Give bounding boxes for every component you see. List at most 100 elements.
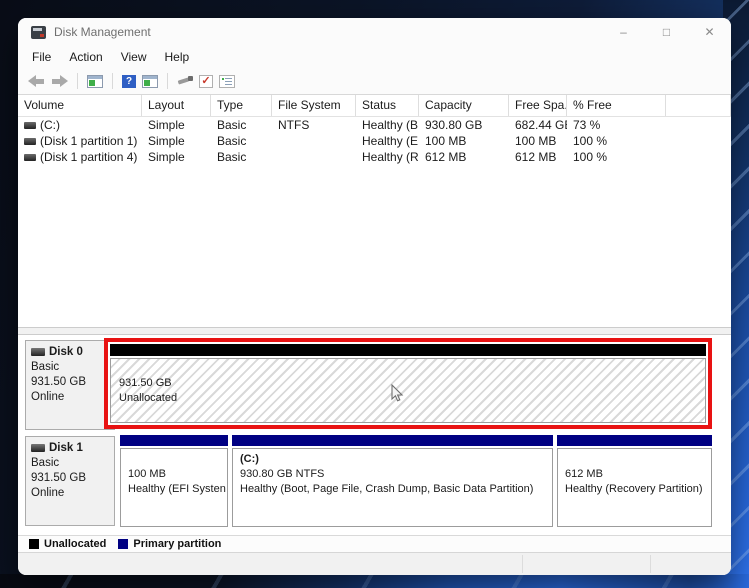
status-bar-divider (522, 555, 523, 573)
partition-title: (C:) (240, 452, 552, 467)
toolbar: ? ✓ (18, 68, 731, 95)
partition-size: 100 MB (128, 467, 227, 482)
window-title: Disk Management (54, 25, 151, 39)
table-row[interactable]: (C:) Simple Basic NTFS Healthy (B... 930… (18, 117, 731, 133)
column-header-volume[interactable]: Volume (18, 95, 142, 116)
volume-cell: (Disk 1 partition 1) (18, 134, 142, 148)
volume-icon (24, 154, 36, 161)
unallocated-band (110, 344, 706, 356)
column-header-capacity[interactable]: Capacity (419, 95, 509, 116)
partition-efi[interactable]: 100 MB Healthy (EFI Systen (120, 435, 228, 527)
primary-partition-swatch (118, 539, 128, 549)
status-bar (18, 552, 731, 575)
column-header-type[interactable]: Type (211, 95, 272, 116)
disk-size: 931.50 GB (31, 375, 110, 390)
pct-free-cell: 100 % (567, 134, 666, 148)
disk-tool-icon[interactable] (177, 75, 193, 87)
check-document-icon[interactable]: ✓ (199, 75, 213, 88)
free-space-cell: 682.44 GB (509, 118, 567, 132)
partition-status: Healthy (EFI Systen (128, 482, 227, 497)
disk-name: Disk 1 (49, 442, 83, 454)
disk-size: 931.50 GB (31, 471, 110, 486)
title-bar[interactable]: Disk Management – □ ✕ (18, 18, 731, 46)
column-header-layout[interactable]: Layout (142, 95, 211, 116)
primary-partition-band (232, 435, 553, 446)
menu-file[interactable]: File (23, 46, 60, 68)
disk-status: Online (31, 390, 110, 405)
partition-title (565, 452, 711, 467)
forward-icon[interactable] (51, 75, 68, 87)
column-header-free-space[interactable]: Free Spa... (509, 95, 567, 116)
type-cell: Basic (211, 118, 272, 132)
properties-icon[interactable] (219, 75, 235, 88)
capacity-cell: 100 MB (419, 134, 509, 148)
partition-size: 930.80 GB NTFS (240, 467, 552, 482)
menu-view[interactable]: View (112, 46, 156, 68)
disk-name: Disk 0 (49, 346, 83, 358)
disk-status: Online (31, 486, 110, 501)
free-space-cell: 100 MB (509, 134, 567, 148)
maximize-button[interactable]: □ (645, 18, 688, 46)
layout-cell: Simple (142, 150, 211, 164)
file-system-cell: NTFS (272, 118, 356, 132)
volume-cell: (C:) (18, 118, 142, 132)
disk0-label-panel[interactable]: Disk 0 Basic 931.50 GB Online (25, 340, 115, 430)
pct-free-cell: 73 % (567, 118, 666, 132)
partition-status: Healthy (Boot, Page File, Crash Dump, Ba… (240, 482, 552, 497)
back-icon[interactable] (28, 75, 45, 87)
toolbar-separator (167, 73, 168, 89)
primary-partition-band (557, 435, 712, 446)
pane-splitter[interactable] (18, 327, 731, 335)
partition-c[interactable]: (C:) 930.80 GB NTFS Healthy (Boot, Page … (232, 435, 553, 527)
status-cell: Healthy (B... (356, 118, 419, 132)
menu-action[interactable]: Action (60, 46, 111, 68)
column-header-file-system[interactable]: File System (272, 95, 356, 116)
volume-name: (Disk 1 partition 4) (40, 150, 137, 164)
column-header-status[interactable]: Status (356, 95, 419, 116)
help-icon[interactable]: ? (122, 75, 136, 88)
capacity-cell: 612 MB (419, 150, 509, 164)
disk1-row: Disk 1 Basic 931.50 GB Online 100 MB Hea… (18, 433, 731, 529)
wallpaper-bottom (0, 574, 749, 588)
partition-title (128, 452, 227, 467)
volume-list-pane: Volume Layout Type File System Status Ca… (18, 95, 731, 327)
menu-bar: File Action View Help (18, 46, 731, 68)
type-cell: Basic (211, 134, 272, 148)
region-status: Unallocated (119, 391, 177, 406)
primary-partition-band (120, 435, 228, 446)
status-bar-divider (650, 555, 651, 573)
region-size: 931.50 GB (119, 376, 172, 391)
column-header-pct-free[interactable]: % Free (567, 95, 666, 116)
disk0-row: Disk 0 Basic 931.50 GB Online 931.50 GB … (18, 337, 731, 431)
minimize-button[interactable]: – (602, 18, 645, 46)
disk-management-app-icon (31, 26, 46, 39)
capacity-cell: 930.80 GB (419, 118, 509, 132)
table-row[interactable]: (Disk 1 partition 4) Simple Basic Health… (18, 149, 731, 165)
disk1-label-panel[interactable]: Disk 1 Basic 931.50 GB Online (25, 436, 115, 526)
toolbar-separator (77, 73, 78, 89)
desktop: Disk Management – □ ✕ File Action View H… (0, 0, 749, 588)
table-row[interactable]: (Disk 1 partition 1) Simple Basic Health… (18, 133, 731, 149)
disk-type: Basic (31, 360, 110, 375)
column-header-filler (666, 95, 731, 116)
status-cell: Healthy (E... (356, 134, 419, 148)
disk-type: Basic (31, 456, 110, 471)
highlight-box: 931.50 GB Unallocated (104, 338, 712, 429)
status-cell: Healthy (R... (356, 150, 419, 164)
volume-name: (C:) (40, 118, 60, 132)
layout-cell: Simple (142, 134, 211, 148)
unallocated-region[interactable]: 931.50 GB Unallocated (110, 358, 706, 423)
volume-name: (Disk 1 partition 1) (40, 134, 137, 148)
partition-recovery[interactable]: 612 MB Healthy (Recovery Partition) (557, 435, 712, 527)
partition-status: Healthy (Recovery Partition) (565, 482, 711, 497)
menu-help[interactable]: Help (156, 46, 199, 68)
disk1-regions: 100 MB Healthy (EFI Systen (C:) 930.80 G… (120, 435, 712, 527)
disk-management-window: Disk Management – □ ✕ File Action View H… (18, 18, 731, 575)
window-controls: – □ ✕ (602, 18, 731, 46)
partition-size: 612 MB (565, 467, 711, 482)
show-console-tree-icon[interactable] (87, 75, 103, 88)
show-action-pane-icon[interactable] (142, 75, 158, 88)
unallocated-swatch (29, 539, 39, 549)
layout-cell: Simple (142, 118, 211, 132)
close-button[interactable]: ✕ (688, 18, 731, 46)
